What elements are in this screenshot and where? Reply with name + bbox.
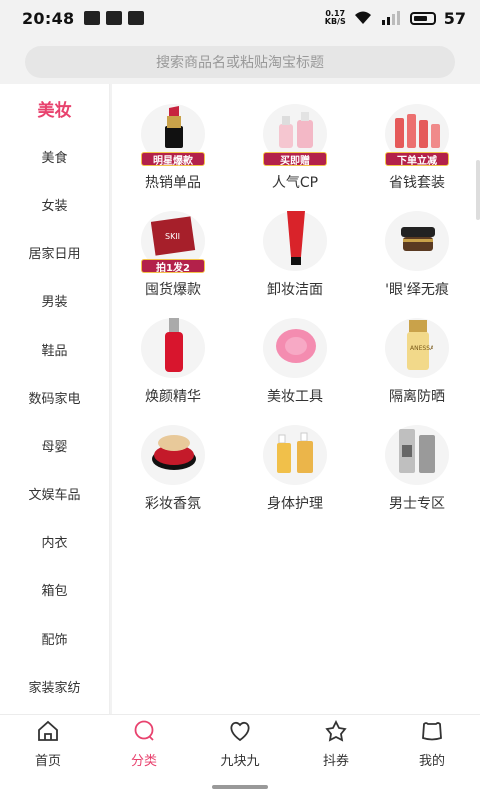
- scroll-edge: [476, 160, 480, 220]
- cleanser-tube-icon: [257, 209, 333, 273]
- subcategory-label: 彩妆香氛: [145, 496, 201, 512]
- sunscreen-icon: ANESSA: [379, 316, 455, 380]
- star-icon: [324, 719, 348, 750]
- lipstick-icon: 明星爆款: [135, 102, 211, 167]
- sidebar-item-5[interactable]: 鞋品: [0, 325, 109, 373]
- subcategory-label: 人气CP: [271, 175, 319, 191]
- cleansing-brush-icon: [257, 316, 333, 380]
- net-speed: 0.17 KB/S: [324, 9, 346, 26]
- bottles-icon: 买即赠: [257, 102, 333, 167]
- subcategory-item[interactable]: 彩妆香氛: [112, 423, 234, 516]
- sidebar-item-4[interactable]: 男装: [0, 277, 109, 325]
- serum-set-icon: 下单立减: [379, 102, 455, 167]
- home-indicator[interactable]: [212, 785, 268, 789]
- subcategory-panel: 明星爆款 热销单品 买即赠 人气CP 下单立减 省钱套装 SKII 拍1发2 囤货爆款 卸妆洁面 '…: [112, 84, 480, 714]
- subcategory-label: 焕颜精华: [145, 389, 201, 405]
- sidebar-item-3[interactable]: 居家日用: [0, 229, 109, 277]
- subcategory-label: '眼'绎无痕: [385, 282, 449, 298]
- subcategory-label: 隔离防晒: [389, 389, 445, 405]
- tab-profile[interactable]: 我的: [384, 715, 480, 773]
- subcategory-item[interactable]: SKII 拍1发2 囤货爆款: [112, 209, 234, 302]
- tab-label: 九块九: [220, 753, 260, 769]
- tab-home[interactable]: 首页: [0, 715, 96, 773]
- promo-badge: 拍1发2: [141, 259, 205, 274]
- search-input[interactable]: 搜索商品名或粘贴淘宝标题: [25, 46, 455, 78]
- subcategory-label: 热销单品: [145, 175, 201, 191]
- essence-bottle-icon: [135, 316, 211, 380]
- battery-level: 57: [443, 8, 466, 28]
- subcategory-item[interactable]: '眼'绎无痕: [356, 209, 478, 302]
- subcategory-label: 省钱套装: [389, 175, 445, 191]
- sidebar-item-7[interactable]: 母婴: [0, 421, 109, 469]
- promo-badge: 买即赠: [263, 152, 327, 167]
- mask-pack-icon: SKII 拍1发2: [135, 209, 211, 274]
- subcategory-item[interactable]: 买即赠人气CP: [234, 102, 356, 195]
- battery-icon: [409, 11, 436, 25]
- subcategory-item[interactable]: 明星爆款 热销单品: [112, 102, 234, 195]
- tab-label: 首页: [34, 753, 61, 769]
- subcategory-item[interactable]: 身体护理: [234, 423, 356, 516]
- sidebar-item-0[interactable]: 美妆: [0, 84, 109, 132]
- sidebar-item-11[interactable]: 配饰: [0, 614, 109, 662]
- status-time: 20:48: [22, 8, 75, 28]
- signal-icon: [381, 11, 400, 25]
- sidebar-item-2[interactable]: 女装: [0, 180, 109, 228]
- subcategory-label: 男士专区: [389, 496, 445, 512]
- subcategory-label: 囤货爆款: [145, 282, 201, 298]
- subcategory-item[interactable]: 卸妆洁面: [234, 209, 356, 302]
- list-notification-icon: [128, 11, 145, 25]
- subcategory-grid: 明星爆款 热销单品 买即赠 人气CP 下单立减 省钱套装 SKII 拍1发2 囤货爆款 卸妆洁面 '…: [112, 102, 480, 516]
- tab-label: 分类: [130, 753, 157, 769]
- subcategory-item[interactable]: 男士专区: [356, 423, 478, 516]
- subcategory-label: 卸妆洁面: [267, 282, 323, 298]
- subcategory-item[interactable]: ANESSA 隔离防晒: [356, 316, 478, 409]
- category-icon: [132, 720, 156, 750]
- sidebar-item-6[interactable]: 数码家电: [0, 373, 109, 421]
- sidebar-item-1[interactable]: 美食: [0, 132, 109, 180]
- svg-text:ANESSA: ANESSA: [410, 345, 433, 352]
- tab-heart[interactable]: 九块九: [192, 715, 288, 773]
- cushion-compact-icon: [135, 423, 211, 487]
- sidebar-item-8[interactable]: 文娱车品: [0, 470, 109, 518]
- search-bar-container: 搜索商品名或粘贴淘宝标题: [0, 36, 480, 90]
- app-notification-icon: [84, 11, 101, 25]
- profile-icon: [420, 720, 444, 750]
- tab-label: 我的: [418, 753, 445, 769]
- subcategory-item[interactable]: 焕颜精华: [112, 316, 234, 409]
- sidebar-item-9[interactable]: 内衣: [0, 518, 109, 566]
- svg-text:SKII: SKII: [165, 232, 180, 241]
- sidebar-item-12[interactable]: 家装家纺: [0, 662, 109, 710]
- status-bar: 20:48 0.17 KB/S 57: [0, 0, 480, 36]
- subcategory-item[interactable]: 美妆工具: [234, 316, 356, 409]
- news-notification-icon: [106, 11, 123, 25]
- tab-label: 抖券: [322, 753, 349, 769]
- wifi-icon: [354, 11, 371, 24]
- tab-star[interactable]: 抖券: [288, 715, 384, 773]
- subcategory-label: 身体护理: [267, 496, 323, 512]
- tab-category[interactable]: 分类: [96, 715, 192, 773]
- bottom-nav: 首页 分类 九块九 抖券 我的: [0, 714, 480, 800]
- heart-icon: [228, 720, 252, 750]
- category-sidebar: 美妆 美食 女装 居家日用 男装 鞋品 数码家电 母婴 文娱车品 内衣 箱包 配饰 家装家纺: [0, 84, 110, 714]
- promo-badge: 明星爆款: [141, 152, 205, 167]
- promo-badge: 下单立减: [385, 152, 449, 167]
- subcategory-item[interactable]: 下单立减 省钱套装: [356, 102, 478, 195]
- eye-cream-jar-icon: [379, 209, 455, 273]
- subcategory-label: 美妆工具: [267, 389, 323, 405]
- body-care-bottles-icon: [257, 423, 333, 487]
- home-icon: [36, 720, 60, 750]
- mens-bottles-icon: [379, 423, 455, 487]
- sidebar-item-10[interactable]: 箱包: [0, 566, 109, 614]
